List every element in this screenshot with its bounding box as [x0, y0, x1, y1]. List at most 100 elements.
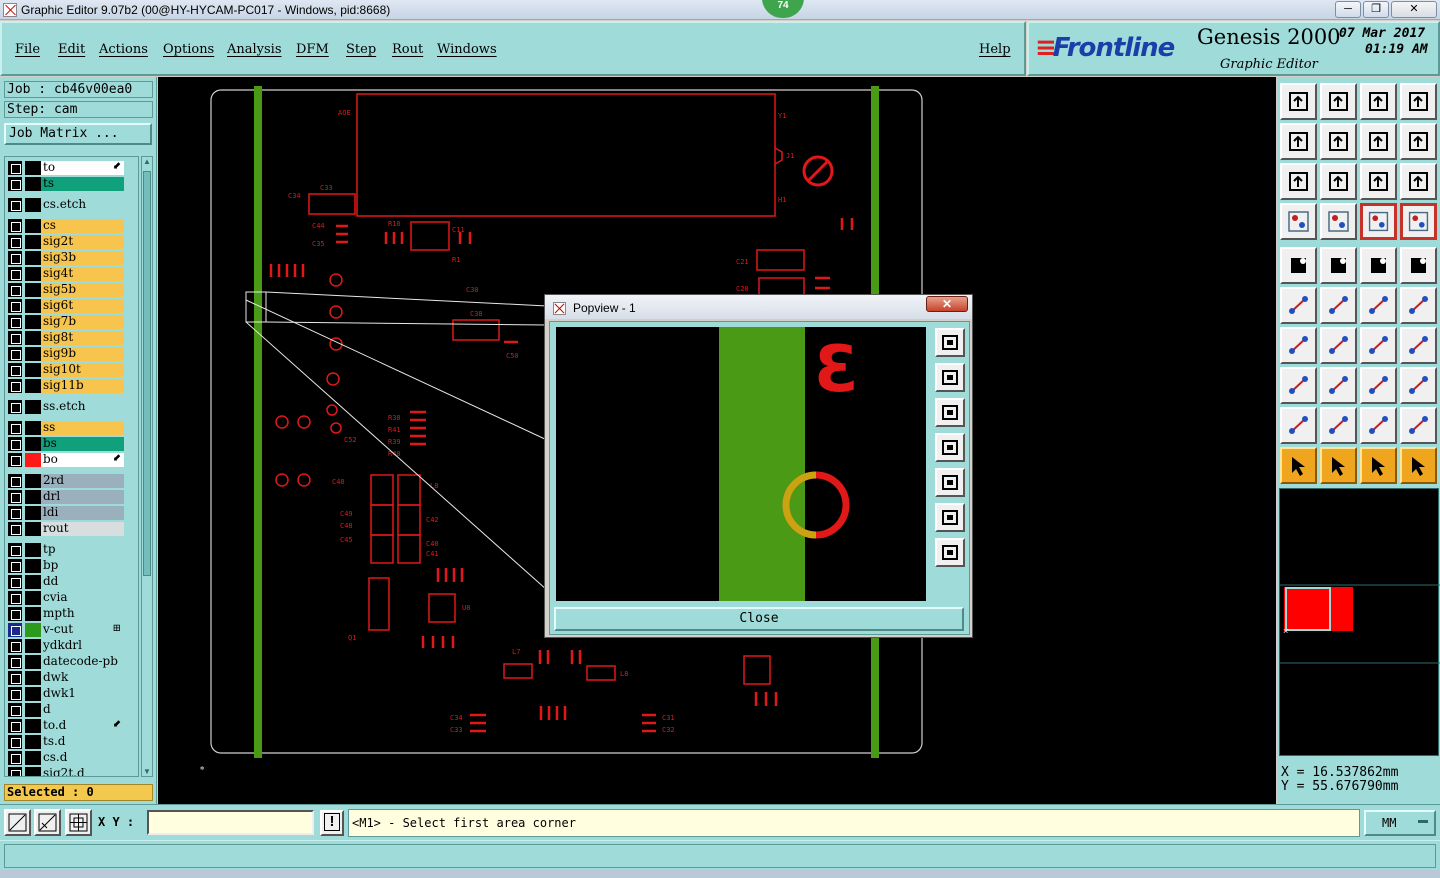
- zoom-forward-button[interactable]: [1399, 122, 1438, 161]
- dash-tool-button[interactable]: [1319, 366, 1358, 405]
- menu-dfm[interactable]: DFM: [296, 42, 329, 57]
- layer-checkbox[interactable]: [8, 421, 22, 435]
- menu-help[interactable]: Help: [979, 42, 1011, 57]
- layer-checkbox[interactable]: [8, 623, 22, 637]
- layer-row-rout[interactable]: rout: [5, 521, 138, 537]
- layer-checkbox[interactable]: [8, 719, 22, 733]
- menu-edit[interactable]: Edit: [58, 42, 85, 57]
- maximize-button[interactable]: ❐: [1363, 1, 1389, 18]
- grid-toggle-button[interactable]: [1319, 202, 1358, 241]
- mark-tool-2-button[interactable]: [1319, 406, 1358, 445]
- layer-name[interactable]: datecode-pb: [41, 655, 124, 669]
- layer-name[interactable]: cs.etch: [41, 198, 124, 212]
- layer-row-ldi[interactable]: ldi: [5, 505, 138, 521]
- popview-zoom-out-button[interactable]: [935, 398, 965, 427]
- layer-name[interactable]: ts: [41, 177, 124, 191]
- layer-color-swatch[interactable]: [25, 161, 41, 175]
- layer-name[interactable]: sig5b: [41, 283, 124, 297]
- layer-row-ss[interactable]: ss: [5, 420, 138, 436]
- layer-name[interactable]: 2rd: [41, 474, 124, 488]
- notification-badge[interactable]: 74: [762, 0, 804, 18]
- layer-row-sig2t[interactable]: sig2t: [5, 234, 138, 250]
- layer-row-sig4t[interactable]: sig4t: [5, 266, 138, 282]
- layer-checkbox[interactable]: [8, 639, 22, 653]
- layer-name[interactable]: ss.etch: [41, 400, 124, 414]
- layer-row-d[interactable]: d: [5, 702, 138, 718]
- layer-checkbox[interactable]: [8, 607, 22, 621]
- popview-close-x-button[interactable]: ✕: [926, 296, 968, 312]
- layer-name[interactable]: sig10t: [41, 363, 124, 377]
- layer-color-swatch[interactable]: [25, 490, 41, 504]
- layer-name[interactable]: ydkdrl: [41, 639, 124, 653]
- layer-name[interactable]: cvia: [41, 591, 124, 605]
- layer-checkbox[interactable]: [8, 506, 22, 520]
- layer-name[interactable]: sig6t: [41, 299, 124, 313]
- layer-color-swatch[interactable]: [25, 198, 41, 212]
- layer-name[interactable]: rout: [41, 522, 124, 536]
- layer-color-swatch[interactable]: [25, 283, 41, 297]
- net-tool-button[interactable]: [1279, 286, 1318, 325]
- mark-tool-3-button[interactable]: [1359, 406, 1398, 445]
- menu-rout[interactable]: Rout: [392, 42, 423, 57]
- layer-row-dwk1[interactable]: dwk1: [5, 686, 138, 702]
- popview-zoom-center-button[interactable]: [935, 538, 965, 567]
- area-select-button[interactable]: [4, 809, 31, 836]
- layer-name[interactable]: dwk: [41, 671, 124, 685]
- layer-color-swatch[interactable]: [25, 421, 41, 435]
- popview-zoom-fit-button[interactable]: [935, 328, 965, 357]
- layer-checkbox[interactable]: [8, 161, 22, 175]
- layer-color-swatch[interactable]: [25, 251, 41, 265]
- zoom-1to2-button[interactable]: [1359, 162, 1398, 201]
- layer-row-mpth[interactable]: mpth: [5, 606, 138, 622]
- layer-name[interactable]: bo ⬋: [41, 453, 124, 467]
- layer-color-swatch[interactable]: [25, 177, 41, 191]
- menu-windows[interactable]: Windows: [437, 42, 497, 57]
- layer-color-swatch[interactable]: [25, 347, 41, 361]
- layer-checkbox[interactable]: [8, 437, 22, 451]
- layer-name[interactable]: d: [41, 703, 124, 717]
- layer-color-swatch[interactable]: [25, 575, 41, 589]
- layer-name[interactable]: bs: [41, 437, 124, 451]
- flip-tool-button[interactable]: [1359, 366, 1398, 405]
- zoom-back-button[interactable]: [1359, 122, 1398, 161]
- layer-color-swatch[interactable]: [25, 623, 41, 637]
- layer-checkbox[interactable]: [8, 490, 22, 504]
- layer-color-swatch[interactable]: [25, 703, 41, 717]
- layer-color-swatch[interactable]: [25, 559, 41, 573]
- rotate-tool-button[interactable]: [1359, 326, 1398, 365]
- layer-checkbox[interactable]: [8, 198, 22, 212]
- layer-name[interactable]: sig4t: [41, 267, 124, 281]
- layer-row-to.d[interactable]: to.d ⬋: [5, 718, 138, 734]
- layer-color-swatch[interactable]: [25, 235, 41, 249]
- layer-checkbox[interactable]: [8, 559, 22, 573]
- layer-name[interactable]: cs: [41, 219, 124, 233]
- resize-tool-button[interactable]: [1279, 366, 1318, 405]
- menu-step[interactable]: Step: [346, 42, 376, 57]
- layer-row-2rd[interactable]: 2rd: [5, 473, 138, 489]
- layer-color-swatch[interactable]: [25, 331, 41, 345]
- layer-color-swatch[interactable]: [25, 400, 41, 414]
- zoom-help-button[interactable]: [1399, 162, 1438, 201]
- layer-row-sig5b[interactable]: sig5b: [5, 282, 138, 298]
- layer-color-swatch[interactable]: [25, 379, 41, 393]
- layer-row-sig9b[interactable]: sig9b: [5, 346, 138, 362]
- layer-name[interactable]: sig2t: [41, 235, 124, 249]
- layer-row-ydkdrl[interactable]: ydkdrl: [5, 638, 138, 654]
- angle-tool-button[interactable]: [1279, 326, 1318, 365]
- zoom-home-button[interactable]: [1279, 82, 1318, 121]
- layer-name[interactable]: cs.d: [41, 751, 124, 765]
- array-tool-button[interactable]: [1399, 366, 1438, 405]
- layer-color-swatch[interactable]: [25, 655, 41, 669]
- layer-color-swatch[interactable]: [25, 543, 41, 557]
- scroll-up-icon[interactable]: ▲: [142, 157, 152, 166]
- layer-checkbox[interactable]: [8, 347, 22, 361]
- layer-row-tp[interactable]: tp: [5, 542, 138, 558]
- layer-color-swatch[interactable]: [25, 751, 41, 765]
- line-tool-button[interactable]: [1359, 286, 1398, 325]
- mirror-tool-button[interactable]: [1399, 326, 1438, 365]
- layer-color-swatch[interactable]: [25, 591, 41, 605]
- layer-name[interactable]: v-cut ⊞: [41, 623, 124, 637]
- mark-tool-button[interactable]: [1279, 406, 1318, 445]
- display-settings-button[interactable]: [1279, 202, 1318, 241]
- layer-color-swatch[interactable]: [25, 719, 41, 733]
